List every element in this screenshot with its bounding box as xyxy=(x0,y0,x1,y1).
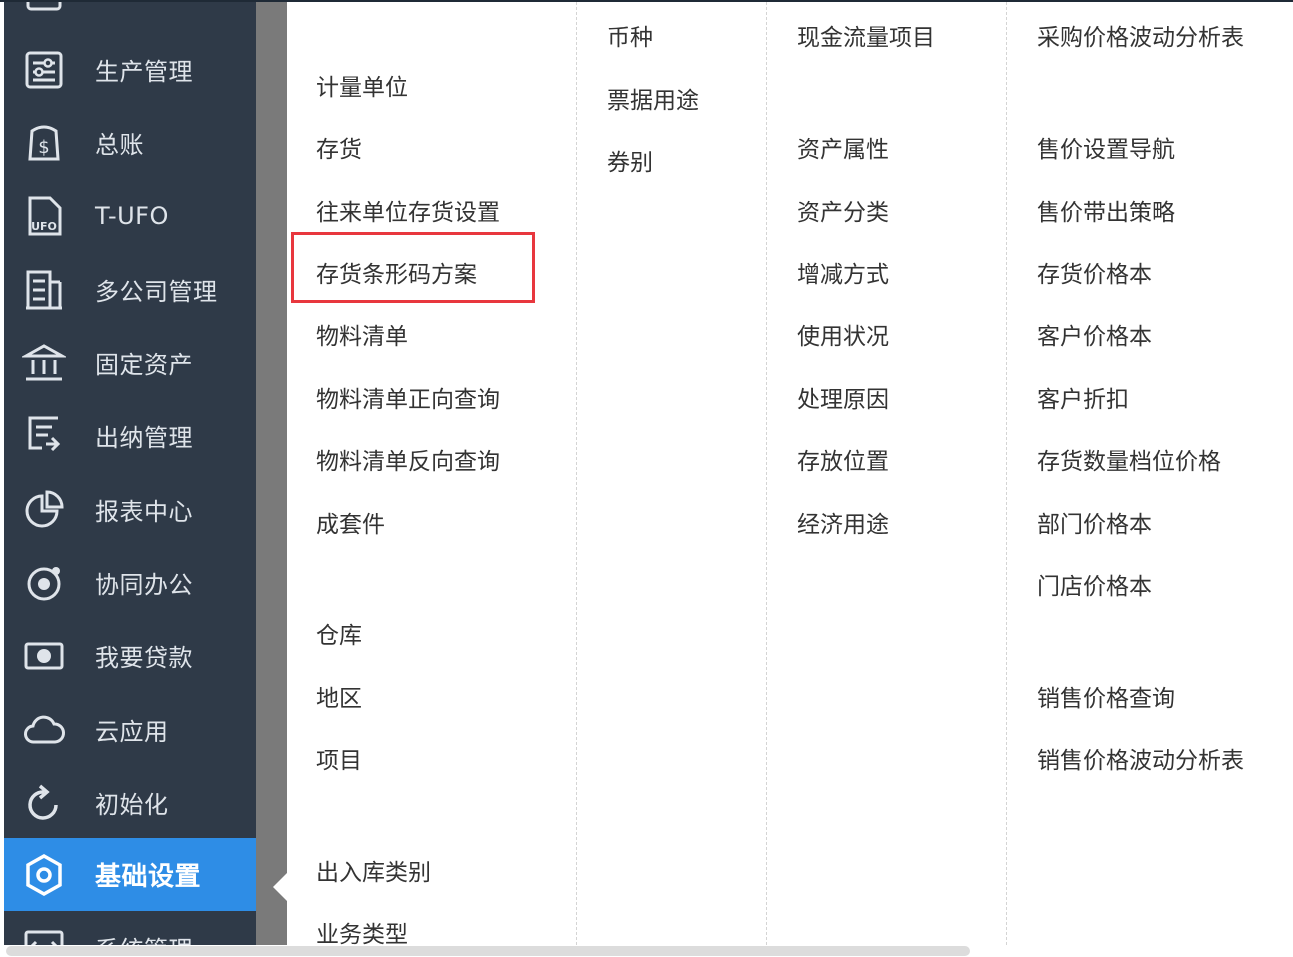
menu-link-asset-category[interactable]: 资产分类 xyxy=(797,199,889,227)
highlight-box xyxy=(291,232,535,303)
menu-link-kit[interactable]: 成套件 xyxy=(316,511,385,539)
svg-text:$: $ xyxy=(38,137,49,158)
sidebar-item-label: 初始化 xyxy=(95,791,169,819)
menu-link-asset-attributes[interactable]: 资产属性 xyxy=(797,136,889,164)
menu-link-cash-flow-items[interactable]: 现金流量项目 xyxy=(797,24,935,52)
sidebar-item-cashier[interactable]: 出纳管理 xyxy=(4,399,256,472)
menu-link-storage-location[interactable]: 存放位置 xyxy=(797,448,889,476)
menu-link-sales-price-analysis[interactable]: 销售价格波动分析表 xyxy=(1037,747,1244,775)
column-divider xyxy=(766,2,767,945)
sidebar-item-label: 生产管理 xyxy=(95,58,193,86)
sidebar-item-system[interactable]: 系统管理 xyxy=(4,911,256,945)
ufo-document-icon: UFO xyxy=(22,194,66,238)
menu-link-bom-reverse-query[interactable]: 物料清单反向查询 xyxy=(316,448,500,476)
cloud-icon xyxy=(22,708,66,752)
column-divider xyxy=(1006,2,1007,945)
bank-building-icon xyxy=(22,341,66,385)
sidebar-item-label: 多公司管理 xyxy=(95,278,218,306)
menu-link-store-price-book[interactable]: 门店价格本 xyxy=(1037,573,1152,601)
sidebar-item-label: 基础设置 xyxy=(95,862,202,892)
menu-link-partner-inventory-settings[interactable]: 往来单位存货设置 xyxy=(316,199,500,227)
sidebar-item-initialize[interactable]: 初始化 xyxy=(4,766,256,839)
pie-chart-icon xyxy=(22,488,66,532)
sidebar-item-label: 总账 xyxy=(95,131,144,159)
sidebar-item-collaboration[interactable]: 协同办公 xyxy=(4,546,256,619)
sidebar-item-label: 出纳管理 xyxy=(95,424,193,452)
menu-link-quantity-tier-price[interactable]: 存货数量档位价格 xyxy=(1037,448,1221,476)
sidebar-item-tufo[interactable]: UFO T-UFO xyxy=(4,179,256,252)
menu-link-voucher-type[interactable]: 券别 xyxy=(607,149,653,177)
menu-link-change-method[interactable]: 增减方式 xyxy=(797,261,889,289)
partial-icon xyxy=(22,2,66,13)
menu-link-bill-of-materials[interactable]: 物料清单 xyxy=(316,323,408,351)
svg-text:UFO: UFO xyxy=(31,220,57,233)
menu-link-region[interactable]: 地区 xyxy=(316,685,362,713)
horizontal-scrollbar[interactable] xyxy=(0,945,1293,957)
sidebar-item-label: 我要贷款 xyxy=(95,644,193,672)
menu-link-warehouse[interactable]: 仓库 xyxy=(316,622,362,650)
sidebar-item-label: 固定资产 xyxy=(95,351,193,379)
menu-link-usage-status[interactable]: 使用状况 xyxy=(797,323,889,351)
scrollbar-thumb[interactable] xyxy=(6,946,970,956)
column-divider xyxy=(576,2,577,945)
sidebar-item-label: 协同办公 xyxy=(95,571,193,599)
active-item-pointer xyxy=(273,873,287,901)
sidebar-item-partial-top[interactable] xyxy=(4,2,256,27)
menu-link-inout-category[interactable]: 出入库类别 xyxy=(316,859,431,887)
sidebar-item-ledger[interactable]: $ 总账 xyxy=(4,106,256,179)
refresh-icon xyxy=(22,781,66,825)
sidebar-item-production[interactable]: 生产管理 xyxy=(4,33,256,106)
sidebar-item-multi-company[interactable]: 多公司管理 xyxy=(4,253,256,326)
menu-link-currency[interactable]: 币种 xyxy=(607,24,653,52)
sidebar-item-label: 系统管理 xyxy=(95,930,193,945)
sidebar-item-cloud-apps[interactable]: 云应用 xyxy=(4,693,256,766)
menu-link-project[interactable]: 项目 xyxy=(316,747,362,775)
menu-link-note-purpose[interactable]: 票据用途 xyxy=(607,87,699,115)
menu-link-economic-use[interactable]: 经济用途 xyxy=(797,511,889,539)
menu-link-purchase-price-analysis[interactable]: 采购价格波动分析表 xyxy=(1037,24,1244,52)
menu-link-price-strategy[interactable]: 售价带出策略 xyxy=(1037,199,1175,227)
sidebar-item-report-center[interactable]: 报表中心 xyxy=(4,473,256,546)
menu-link-bom-forward-query[interactable]: 物料清单正向查询 xyxy=(316,386,500,414)
sidebar-item-fixed-assets[interactable]: 固定资产 xyxy=(4,326,256,399)
sidebar-item-loan[interactable]: 我要贷款 xyxy=(4,619,256,692)
ledger-icon: $ xyxy=(22,121,66,165)
menu-link-department-price-book[interactable]: 部门价格本 xyxy=(1037,511,1152,539)
menu-link-sales-price-query[interactable]: 销售价格查询 xyxy=(1037,685,1175,713)
multi-company-icon xyxy=(22,268,66,312)
system-icon xyxy=(22,926,66,945)
menu-link-customer-discount[interactable]: 客户折扣 xyxy=(1037,386,1129,414)
menu-link-customer-price-book[interactable]: 客户价格本 xyxy=(1037,323,1152,351)
menu-link-inventory-price-book[interactable]: 存货价格本 xyxy=(1037,261,1152,289)
production-icon xyxy=(22,48,66,92)
cashier-icon xyxy=(22,414,66,458)
sidebar-item-basic-settings[interactable]: 基础设置 xyxy=(4,838,256,911)
sidebar-separator xyxy=(256,2,287,945)
menu-link-disposal-reason[interactable]: 处理原因 xyxy=(797,386,889,414)
collaboration-icon xyxy=(22,561,66,605)
sidebar: 生产管理 $ 总账 UFO T-UFO 多公司管理 固定资产 出纳管理 报表中心… xyxy=(4,2,256,945)
sidebar-item-label: 云应用 xyxy=(95,718,169,746)
sidebar-item-label: 报表中心 xyxy=(95,498,193,526)
menu-link-unit-of-measure[interactable]: 计量单位 xyxy=(316,74,408,102)
money-icon xyxy=(22,634,66,678)
menu-link-inventory[interactable]: 存货 xyxy=(316,136,362,164)
sidebar-item-label: T-UFO xyxy=(95,201,169,230)
menu-link-price-setting-guide[interactable]: 售价设置导航 xyxy=(1037,136,1175,164)
gear-icon xyxy=(22,853,66,897)
